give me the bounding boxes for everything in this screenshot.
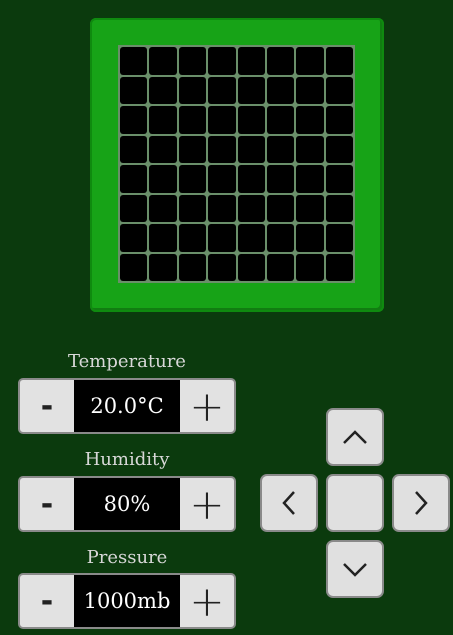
led-cell <box>266 47 295 75</box>
humidity-label: Humidity <box>84 449 170 470</box>
led-cell <box>149 76 177 104</box>
led-cell <box>325 76 353 104</box>
chevron-up-icon <box>341 428 369 446</box>
led-cell <box>237 106 265 134</box>
led-cell <box>325 47 353 75</box>
led-cell <box>325 224 353 252</box>
led-cell <box>178 165 207 193</box>
joystick-up-button[interactable] <box>326 408 384 466</box>
led-cell <box>178 106 207 134</box>
humidity-stepper: - 80% + <box>18 476 236 532</box>
led-cell <box>237 135 265 163</box>
led-cell <box>120 47 148 75</box>
led-cell <box>237 224 265 252</box>
humidity-decrease-button[interactable]: - <box>20 478 74 530</box>
led-cell <box>208 253 236 281</box>
led-cell <box>149 253 177 281</box>
led-cell <box>178 76 207 104</box>
pressure-stepper: - 1000mb + <box>18 573 236 629</box>
led-matrix-board <box>90 18 384 312</box>
led-grid <box>118 45 355 283</box>
pressure-label: Pressure <box>86 547 168 568</box>
pressure-decrease-button[interactable]: - <box>20 575 74 627</box>
temperature-decrease-button[interactable]: - <box>20 380 74 432</box>
humidity-value: 80% <box>74 478 180 530</box>
led-cell <box>266 253 295 281</box>
led-cell <box>266 76 295 104</box>
led-cell <box>237 47 265 75</box>
led-cell <box>296 253 324 281</box>
led-cell <box>149 106 177 134</box>
led-cell <box>325 253 353 281</box>
chevron-down-icon <box>341 560 369 578</box>
led-cell <box>266 135 295 163</box>
joystick-left-button[interactable] <box>260 474 318 532</box>
led-cell <box>120 135 148 163</box>
led-cell <box>208 135 236 163</box>
led-cell <box>296 194 324 222</box>
led-cell <box>325 194 353 222</box>
chevron-left-icon <box>280 489 298 517</box>
led-cell <box>266 194 295 222</box>
led-cell <box>266 165 295 193</box>
led-cell <box>120 106 148 134</box>
led-cell <box>149 135 177 163</box>
led-cell <box>296 224 324 252</box>
led-cell <box>208 47 236 75</box>
temperature-stepper: - 20.0°C + <box>18 378 236 434</box>
led-cell <box>266 224 295 252</box>
led-cell <box>208 106 236 134</box>
joystick-center-button[interactable] <box>326 474 384 532</box>
led-cell <box>237 165 265 193</box>
led-cell <box>178 224 207 252</box>
led-cell <box>266 106 295 134</box>
pressure-increase-button[interactable]: + <box>180 575 234 627</box>
led-cell <box>325 165 353 193</box>
led-cell <box>325 106 353 134</box>
led-cell <box>237 253 265 281</box>
led-cell <box>178 47 207 75</box>
led-cell <box>120 165 148 193</box>
led-cell <box>178 253 207 281</box>
led-cell <box>208 224 236 252</box>
humidity-increase-button[interactable]: + <box>180 478 234 530</box>
led-cell <box>237 76 265 104</box>
joystick-right-button[interactable] <box>392 474 450 532</box>
led-cell <box>208 194 236 222</box>
led-cell <box>296 165 324 193</box>
temperature-increase-button[interactable]: + <box>180 380 234 432</box>
led-cell <box>296 106 324 134</box>
led-cell <box>120 253 148 281</box>
led-cell <box>120 224 148 252</box>
temperature-label: Temperature <box>68 351 186 372</box>
led-cell <box>149 194 177 222</box>
led-cell <box>149 165 177 193</box>
led-cell <box>296 76 324 104</box>
led-cell <box>149 47 177 75</box>
temperature-value: 20.0°C <box>74 380 180 432</box>
pressure-value: 1000mb <box>74 575 180 627</box>
led-cell <box>149 224 177 252</box>
led-cell <box>120 76 148 104</box>
led-cell <box>178 194 207 222</box>
led-cell <box>208 165 236 193</box>
led-cell <box>325 135 353 163</box>
led-cell <box>296 135 324 163</box>
led-cell <box>178 135 207 163</box>
led-cell <box>296 47 324 75</box>
led-cell <box>120 194 148 222</box>
led-cell <box>208 76 236 104</box>
chevron-right-icon <box>412 489 430 517</box>
joystick-down-button[interactable] <box>326 540 384 598</box>
led-cell <box>237 194 265 222</box>
